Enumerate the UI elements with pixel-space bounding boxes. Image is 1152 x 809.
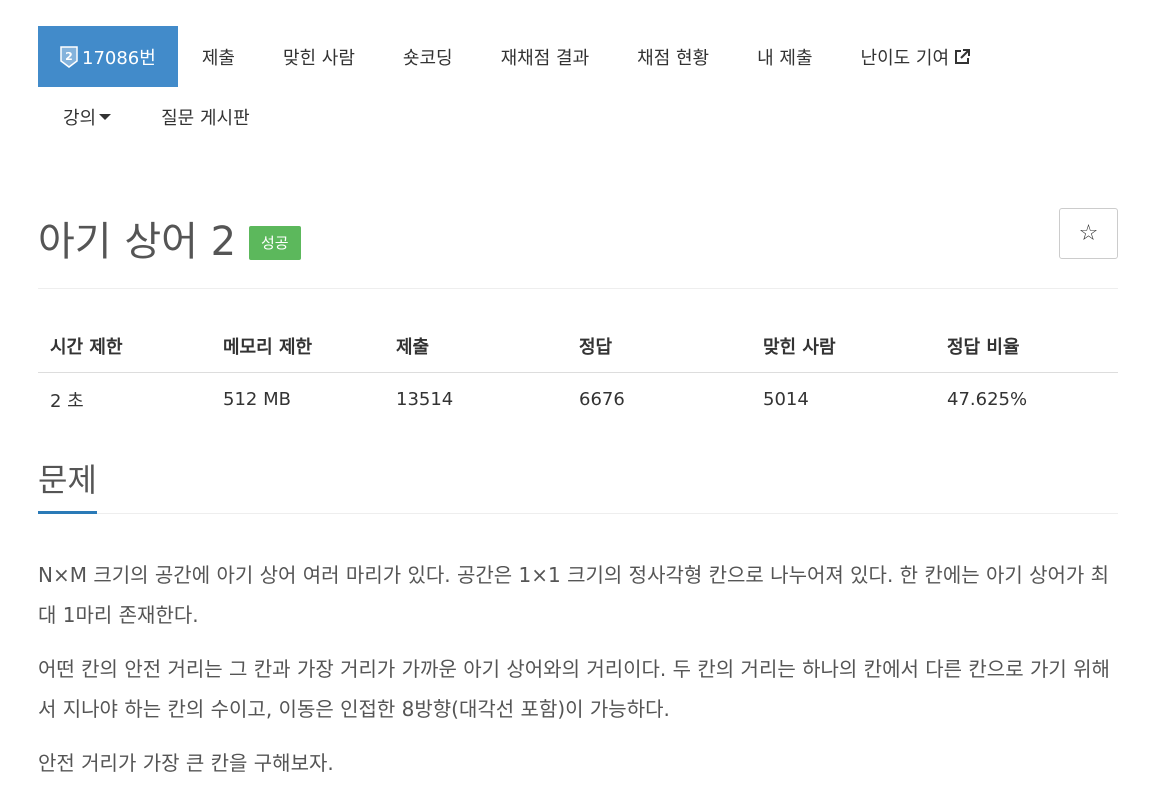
tab-question-board[interactable]: 질문 게시판 [136,87,275,147]
problem-title-row: 아기 상어 2 성공 ☆ [38,205,1118,289]
table-header-row: 시간 제한 메모리 제한 제출 정답 맞힌 사람 정답 비율 [38,320,1118,373]
problem-section-heading: 문제 [38,455,1118,514]
header-solvers: 맞힌 사람 [751,320,935,373]
tab-short-coding[interactable]: 숏코딩 [379,26,477,87]
status-badge: 성공 [249,226,301,260]
tab-my-submissions[interactable]: 내 제출 [733,26,836,87]
external-link-icon [955,48,971,64]
value-solvers: 5014 [763,389,809,411]
tab-rejudge-results[interactable]: 재채점 결과 [477,26,614,87]
tab-solvers[interactable]: 맞힌 사람 [259,26,379,87]
value-accepted: 6676 [579,389,625,411]
header-accepted: 정답 [567,320,751,373]
caret-down-icon [99,114,112,120]
tab-question-board-label: 질문 게시판 [161,108,250,129]
value-time-limit: 2 초 [50,390,84,412]
svg-text:2: 2 [65,50,73,63]
tab-lectures-dropdown[interactable]: 강의 [38,87,136,147]
tab-difficulty-contribution[interactable]: 난이도 기여 [837,26,996,87]
header-memory-limit: 메모리 제한 [211,320,384,373]
tab-my-submissions-label: 내 제출 [757,47,813,69]
value-submissions: 13514 [396,389,454,411]
tab-difficulty-contribution-label: 난이도 기여 [860,47,950,69]
tab-short-coding-label: 숏코딩 [402,47,453,69]
table-row: 2 초 512 MB 13514 6676 5014 47.625% [38,373,1118,427]
header-accept-ratio: 정답 비율 [935,320,1118,373]
header-time-limit: 시간 제한 [38,320,211,373]
description-paragraph: 안전 거리가 가장 큰 칸을 구해보자. [38,751,334,775]
favorite-star-button[interactable]: ☆ [1059,208,1118,259]
tab-judge-status[interactable]: 채점 현황 [613,26,733,87]
tab-judge-status-label: 채점 현황 [637,47,710,69]
page-title: 아기 상어 2 [38,219,237,265]
tab-solvers-label: 맞힌 사람 [282,47,355,69]
problem-nav-tabs: 2 17086번 제출 맞힌 사람 숏코딩 재채점 결과 채점 현황 내 제출 … [38,26,1118,147]
tab-submit[interactable]: 제출 [178,26,259,87]
tier-badge-icon: 2 [60,45,78,68]
value-accept-ratio: 47.625% [947,389,1028,411]
tab-problem-number-label: 17086번 [82,47,156,69]
tab-lectures-label: 강의 [63,108,97,129]
problem-info-table: 시간 제한 메모리 제한 제출 정답 맞힌 사람 정답 비율 2 초 512 M… [38,320,1118,427]
nav-row-1: 2 17086번 제출 맞힌 사람 숏코딩 재채점 결과 채점 현황 내 제출 … [38,26,1118,87]
tab-problem-number[interactable]: 2 17086번 [38,26,178,87]
tab-rejudge-results-label: 재채점 결과 [500,47,590,69]
description-paragraph: 어떤 칸의 안전 거리는 그 칸과 가장 거리가 가까운 아기 상어와의 거리이… [38,657,1110,721]
problem-description: N×M 크기의 공간에 아기 상어 여러 마리가 있다. 공간은 1×1 크기의… [38,555,1118,797]
description-paragraph: N×M 크기의 공간에 아기 상어 여러 마리가 있다. 공간은 1×1 크기의… [38,563,1110,627]
nav-row-2: 강의 질문 게시판 [38,87,1118,147]
tab-submit-label: 제출 [201,47,235,69]
star-icon: ☆ [1078,221,1099,246]
section-heading-label: 문제 [38,455,97,514]
value-memory-limit: 512 MB [223,389,291,411]
header-submissions: 제출 [384,320,567,373]
